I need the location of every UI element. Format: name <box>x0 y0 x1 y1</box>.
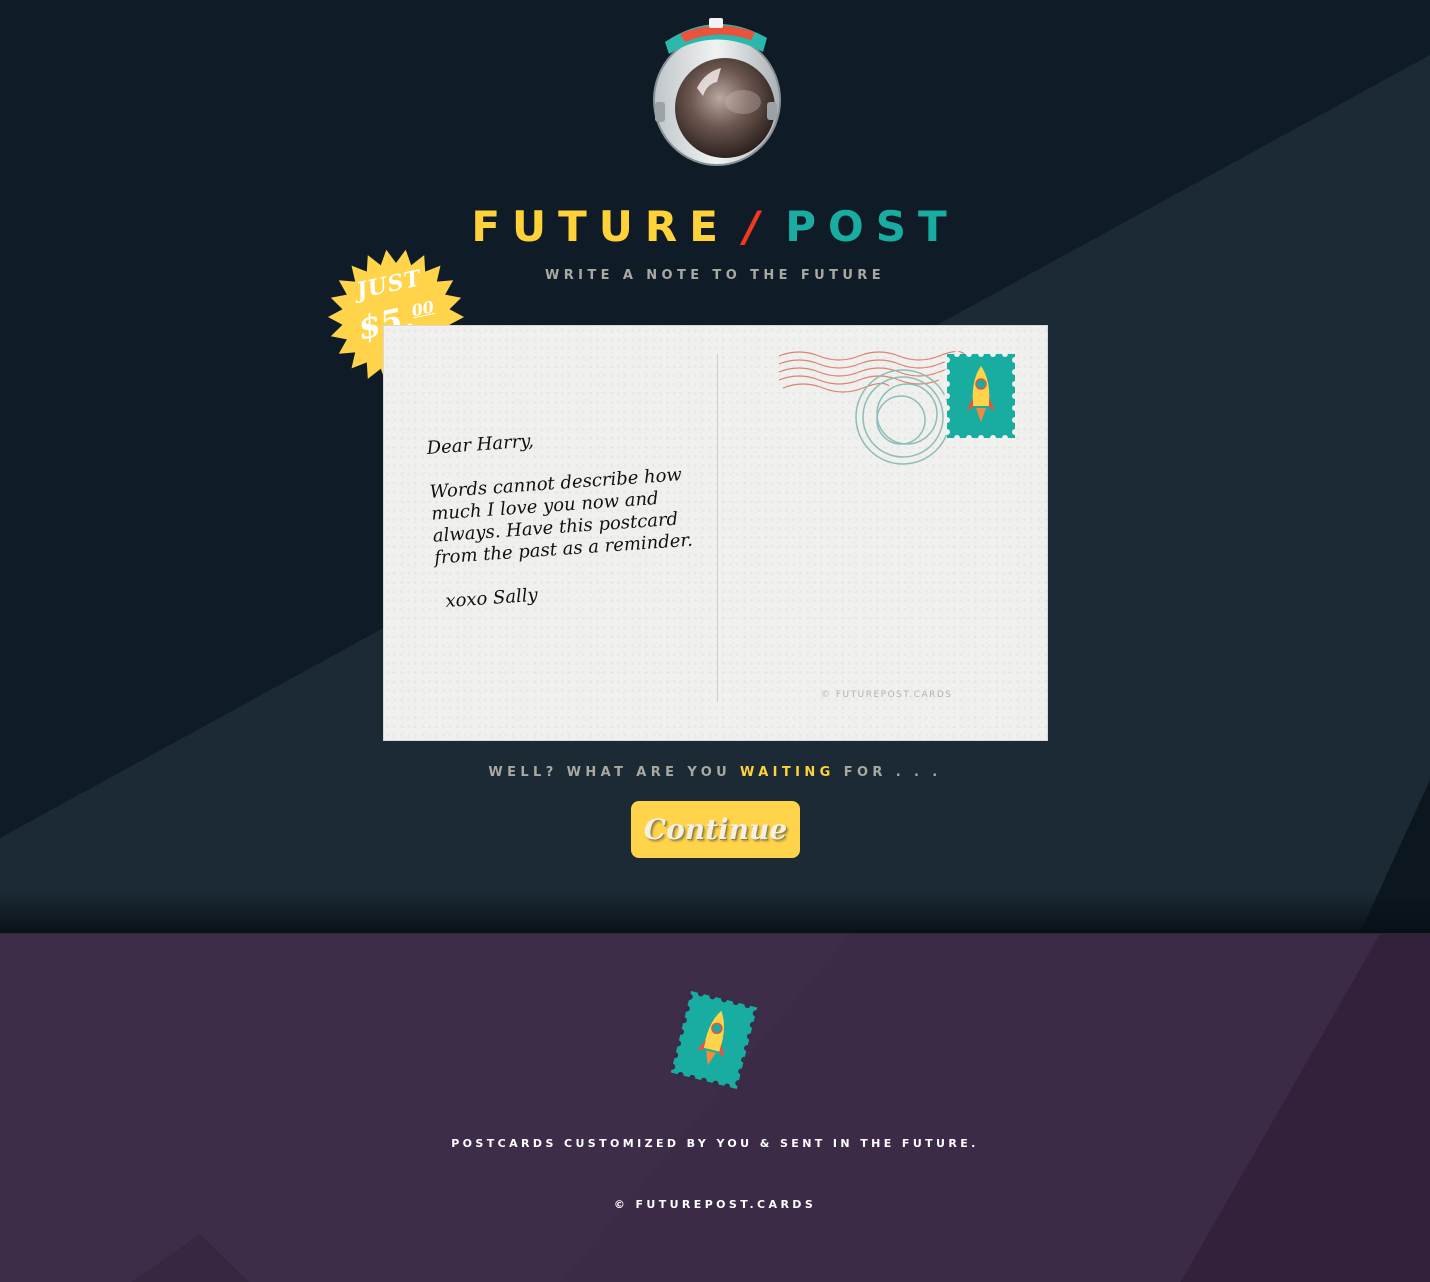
cta-prefix: WELL? WHAT ARE YOU <box>488 765 732 780</box>
postcard-preview: Dear Harry, Words cannot describe how mu… <box>383 325 1048 741</box>
message-body: Words cannot describe how much I love yo… <box>429 464 694 569</box>
postcard-divider <box>717 354 718 702</box>
cta-highlight: WAITING <box>740 765 835 780</box>
message-signoff: xoxo Sally <box>444 584 539 613</box>
circular-postmark <box>855 369 951 465</box>
footer-tagline: POSTCARDS CUSTOMIZED BY YOU & SENT IN TH… <box>451 1137 979 1150</box>
brand-slash: / <box>743 202 772 251</box>
brand-title: FUTURE / POST <box>0 202 1430 252</box>
cta-text: WELL? WHAT ARE YOU WAITING FOR . . . <box>0 765 1430 780</box>
rocket-stamp-icon <box>669 990 759 1090</box>
postcard-message: Dear Harry, Words cannot describe how mu… <box>426 420 698 614</box>
postmark-icon <box>779 350 965 393</box>
rocket-stamp-icon <box>944 351 1018 441</box>
continue-button[interactable]: Continue <box>631 801 800 858</box>
footer-background <box>0 934 1430 1282</box>
brand-word-future: FUTURE <box>471 202 730 251</box>
brand-word-post: POST <box>785 202 959 251</box>
hero-bottom-shade <box>0 893 1430 933</box>
footer: POSTCARDS CUSTOMIZED BY YOU & SENT IN TH… <box>0 933 1430 1282</box>
cta-suffix: FOR . . . <box>843 765 942 780</box>
astronaut-helmet-icon <box>653 18 781 166</box>
footer-copyright: © FUTUREPOST.CARDS <box>613 1198 817 1211</box>
message-greeting: Dear Harry, <box>426 430 535 459</box>
badge-price-cents: 00 <box>409 297 436 321</box>
postcard-watermark: © FUTUREPOST.CARDS <box>821 690 953 700</box>
hero-section: FUTURE / POST WRITE A NOTE TO THE FUTURE J… <box>0 0 1430 933</box>
stamp-and-postmark <box>779 350 1018 465</box>
tagline: WRITE A NOTE TO THE FUTURE <box>544 268 885 283</box>
